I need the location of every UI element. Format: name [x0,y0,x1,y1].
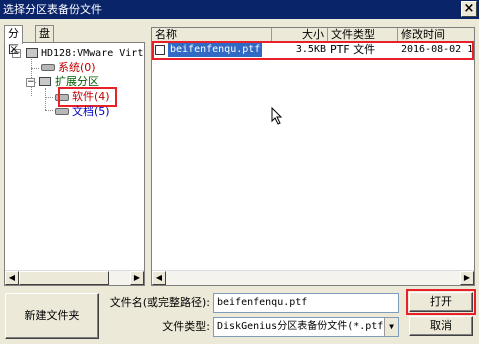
new-folder-button[interactable]: 新建文件夹 [5,293,99,339]
tab-drive-letters[interactable]: 盘符 [35,25,54,56]
file-row[interactable]: beifenfenqu.ptf 3.5KB PTF 文件 2016-08-02 … [152,43,475,57]
chevron-down-icon[interactable]: ▼ [384,318,398,336]
partition-tree[interactable]: − HD128:VMware Virtu 系统(0) − 扩展分区 软件(4) … [4,42,145,286]
tree-item-system[interactable]: 系统(0) [58,61,96,75]
disk-icon [26,48,38,58]
scroll-left-icon[interactable]: ◀ [152,271,166,285]
tree-connector [45,97,53,98]
disk-label: HD128:VMware Virtu [41,48,145,59]
filetype-value: DiskGenius分区表备份文件(*.ptf; [217,321,390,332]
tree-horizontal-scrollbar[interactable]: ◀ ▶ [5,270,144,285]
system-label: 系统(0) [58,61,96,74]
tree-item-software[interactable]: 软件(4) [72,90,110,104]
tree-connector [31,68,39,69]
filename-input[interactable]: beifenfenqu.ptf [213,293,399,313]
file-name: beifenfenqu.ptf [168,43,263,57]
file-size: 3.5KB [295,44,326,55]
tab-partitions[interactable]: 分区 [4,25,23,56]
column-header-size[interactable]: 大小 [272,28,328,42]
file-type: PTF 文件 [330,43,376,56]
title-bar: 选择分区表备份文件 × [0,0,479,19]
docs-label: 文档(5) [72,105,110,118]
software-label: 软件(4) [72,90,110,103]
filetype-select[interactable]: DiskGenius分区表备份文件(*.ptf; ▼ [213,317,399,337]
extended-label: 扩展分区 [55,75,99,88]
window-title: 选择分区表备份文件 [3,3,102,16]
tree-connector [45,110,53,111]
open-button[interactable]: 打开 [409,292,473,312]
partition-icon [41,64,55,71]
filetype-label: 文件类型: [162,320,210,333]
tree-item-documents[interactable]: 文档(5) [72,105,110,119]
scroll-left-icon[interactable]: ◀ [5,271,19,285]
list-horizontal-scrollbar[interactable]: ◀ ▶ [152,270,474,285]
extended-partition-icon [39,77,51,86]
scroll-right-icon[interactable]: ▶ [460,271,474,285]
collapse-icon[interactable]: − [26,78,35,87]
column-header-modified[interactable]: 修改时间 [398,28,474,42]
tree-connector [45,88,46,110]
scroll-thumb[interactable] [19,271,109,285]
mouse-cursor-icon [271,107,283,125]
tree-item-disk[interactable]: HD128:VMware Virtu [41,46,145,60]
partition-icon [55,108,69,115]
filename-label: 文件名(或完整路径): [109,296,210,309]
cancel-button[interactable]: 取消 [409,316,473,336]
close-button[interactable]: × [461,1,477,17]
file-icon [155,45,165,55]
file-list[interactable]: 名称 大小 文件类型 修改时间 beifenfenqu.ptf 3.5KB PT… [151,27,475,286]
tree-item-extended[interactable]: 扩展分区 [55,75,99,89]
file-modified: 2016-08-02 18 [401,44,475,55]
partition-icon [55,94,69,101]
scroll-right-icon[interactable]: ▶ [130,271,144,285]
column-header-type[interactable]: 文件类型 [328,28,398,42]
column-header-name[interactable]: 名称 [152,28,272,42]
